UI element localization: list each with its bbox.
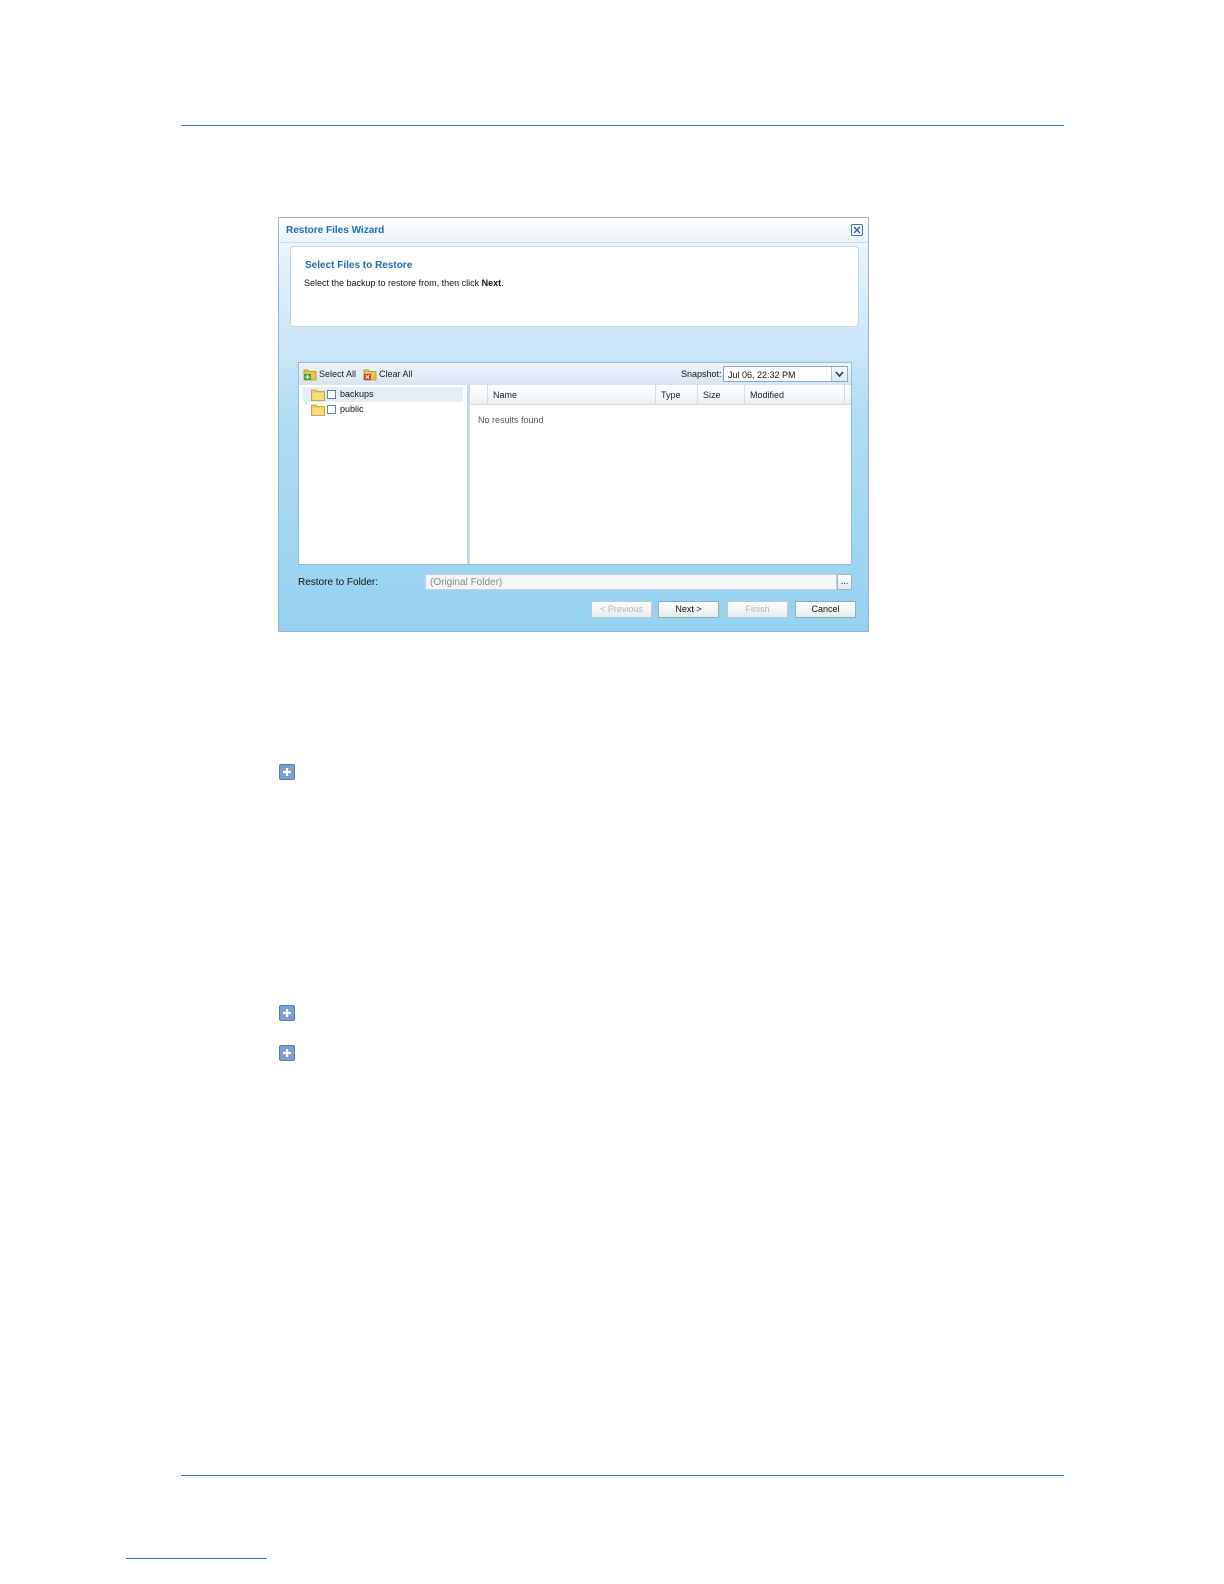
step-title: Select Files to Restore: [305, 260, 413, 271]
restore-folder-label: Restore to Folder:: [298, 577, 379, 588]
column-label: Name: [493, 390, 518, 400]
folder-tree: backups public: [299, 385, 470, 564]
select-all-button[interactable]: Select All: [303, 366, 359, 382]
instruction-bold: Next: [481, 278, 502, 288]
close-icon: [853, 226, 861, 234]
snapshot-dropdown-button[interactable]: [831, 367, 847, 381]
restore-folder-field[interactable]: [425, 574, 837, 590]
browse-button[interactable]: ...: [837, 574, 852, 590]
instruction-suffix: .: [501, 278, 504, 288]
select-all-icon: [303, 369, 317, 381]
chevron-down-icon: [835, 371, 844, 378]
tree-label: backups: [340, 389, 374, 399]
file-browser: Select All Clear All Snapshot: Jul 06, 2…: [298, 362, 852, 565]
title-bar: Restore Files Wizard: [279, 218, 868, 243]
grid-header: Name Type Size Modified: [470, 385, 851, 405]
footnote-rule: [126, 1558, 267, 1559]
column-size[interactable]: Size: [697, 385, 744, 404]
close-button[interactable]: [851, 224, 863, 236]
browser-toolbar: Select All Clear All Snapshot: Jul 06, 2…: [299, 363, 851, 386]
column-modified[interactable]: Modified: [744, 385, 845, 404]
column-type[interactable]: Type: [655, 385, 697, 404]
restore-folder-input[interactable]: [426, 575, 836, 589]
previous-button[interactable]: < Previous: [591, 601, 652, 618]
tree-label: public: [340, 404, 364, 414]
snapshot-select[interactable]: Jul 06, 22:32 PM: [723, 366, 848, 382]
tree-item-public[interactable]: public: [303, 402, 463, 417]
tree-item-backups[interactable]: backups: [303, 387, 463, 402]
column-label: Type: [661, 390, 681, 400]
column-name[interactable]: Name: [487, 385, 655, 404]
next-button[interactable]: Next >: [658, 601, 719, 618]
cancel-button[interactable]: Cancel: [795, 601, 856, 618]
folder-icon: [311, 389, 325, 401]
window-title: Restore Files Wizard: [286, 225, 385, 236]
column-label: Size: [703, 390, 721, 400]
column-label: Modified: [750, 390, 785, 400]
clear-all-button[interactable]: Clear All: [363, 366, 415, 382]
file-grid: Name Type Size Modified No results found: [470, 385, 851, 564]
expand-plus-icon[interactable]: [279, 764, 295, 780]
restore-files-wizard: Restore Files Wizard Select Files to Res…: [278, 217, 869, 632]
step-instruction: Select the backup to restore from, then …: [304, 278, 504, 288]
header-rule: [181, 125, 1064, 126]
folder-icon: [311, 404, 325, 416]
select-all-label: Select All: [319, 369, 357, 379]
snapshot-label: Snapshot:: [681, 369, 722, 379]
empty-message: No results found: [478, 415, 544, 425]
clear-all-label: Clear All: [379, 369, 413, 379]
tree-checkbox-public[interactable]: [327, 405, 336, 414]
instruction-text: Select the backup to restore from, then …: [304, 278, 482, 288]
finish-button[interactable]: Finish: [727, 601, 788, 618]
footer-rule: [181, 1475, 1064, 1476]
expand-plus-icon[interactable]: [279, 1045, 295, 1061]
tree-checkbox-backups[interactable]: [327, 390, 336, 399]
expand-plus-icon[interactable]: [279, 1005, 295, 1021]
snapshot-value: Jul 06, 22:32 PM: [728, 370, 796, 380]
clear-all-icon: [363, 369, 377, 381]
column-checkbox[interactable]: [470, 385, 487, 404]
wizard-header-panel: Select Files to Restore Select the backu…: [290, 246, 859, 327]
